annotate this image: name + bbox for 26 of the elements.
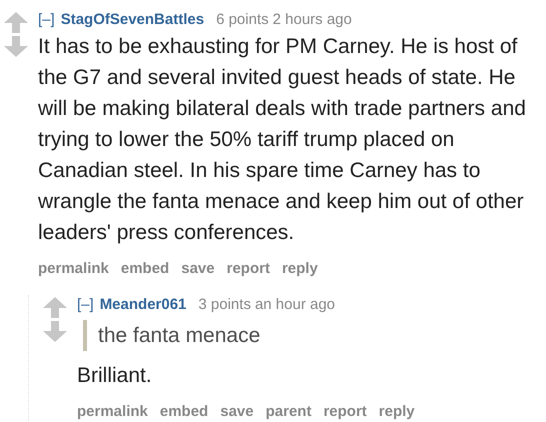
action-link[interactable]: embed [120,258,170,280]
action-link[interactable]: save [220,400,254,422]
quoted-text: the fanta menace [97,322,260,348]
action-link[interactable]: save [181,258,215,280]
action-link[interactable]: permalink [77,400,148,422]
collapse-toggle[interactable]: [–] [38,10,55,30]
downvote-arrow-icon[interactable] [43,320,67,342]
action-link[interactable]: report [323,400,367,422]
action-link[interactable]: permalink [38,258,109,280]
comment-text: It has to be exhausting for PM Carney. He is host of the G7 and several invited guest heads of state. He will be making bilateral deals with trade partners and trying to lower the 50% tariff trump placed on Canadian steel. In his spare time Carney has to wrangle the fanta menace and keep him out of other leaders' press conferences. [38,34,527,246]
action-link[interactable]: reply [282,258,318,280]
comment-text: Brilliant. [77,362,153,388]
action-link[interactable]: embed [160,400,208,422]
score-text: 3 points [198,294,251,314]
action-link[interactable]: report [226,258,270,280]
upvote-arrow-icon[interactable] [43,296,67,318]
upvote-arrow-icon[interactable] [4,12,28,33]
username-link[interactable]: StagOfSevenBattles [60,10,204,30]
score-text: 6 points [216,10,269,30]
downvote-arrow-icon[interactable] [4,36,28,57]
action-link[interactable]: reply [378,400,415,422]
username-link[interactable]: Meander061 [100,294,186,314]
collapse-toggle[interactable]: [–] [77,294,94,314]
action-link[interactable]: parent [266,400,312,422]
timestamp: 2 hours ago [272,10,352,30]
timestamp: an hour ago [254,294,336,314]
